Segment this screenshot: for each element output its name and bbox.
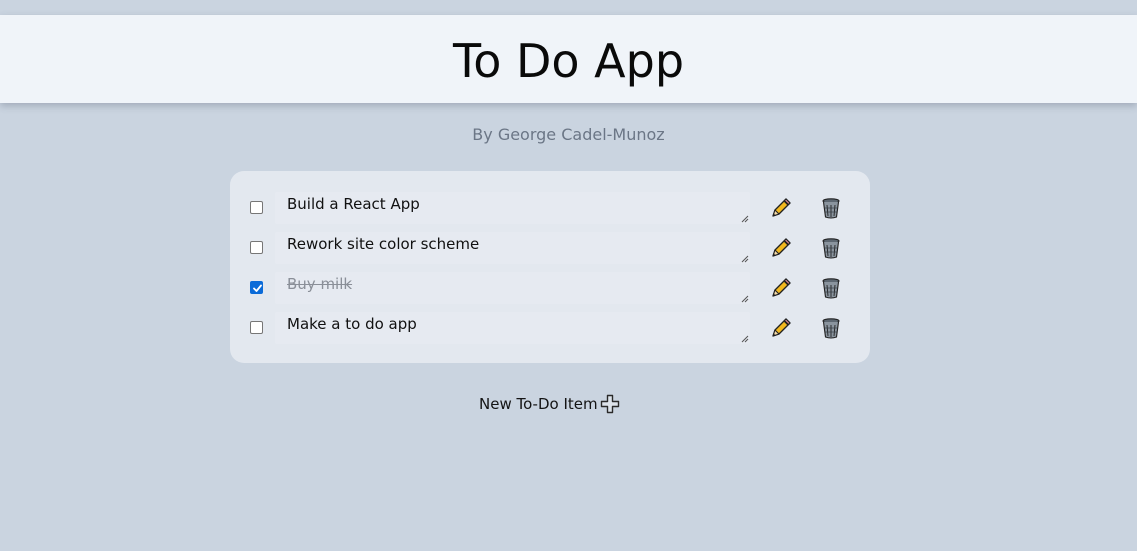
new-todo-label: New To-Do Item bbox=[479, 395, 598, 413]
delete-button[interactable] bbox=[819, 276, 843, 300]
trash-can-icon bbox=[822, 238, 840, 259]
app-header: To Do App bbox=[0, 15, 1137, 103]
todo-text-field[interactable]: Make a to do app bbox=[275, 312, 750, 344]
todo-text: Buy milk bbox=[287, 275, 353, 293]
edit-button[interactable] bbox=[769, 316, 793, 340]
delete-button[interactable] bbox=[819, 236, 843, 260]
resize-grip-icon[interactable] bbox=[741, 335, 749, 343]
resize-grip-icon[interactable] bbox=[741, 295, 749, 303]
todo-checkbox[interactable] bbox=[250, 281, 263, 294]
trash-can-icon bbox=[822, 318, 840, 339]
pencil-icon bbox=[772, 238, 791, 257]
todo-item: Build a React App bbox=[230, 192, 870, 226]
edit-button[interactable] bbox=[769, 236, 793, 260]
edit-button[interactable] bbox=[769, 196, 793, 220]
todo-item: Rework site color scheme bbox=[230, 232, 870, 266]
pencil-icon bbox=[772, 318, 791, 337]
pencil-icon bbox=[772, 198, 791, 217]
todo-checkbox[interactable] bbox=[250, 321, 263, 334]
todo-checkbox[interactable] bbox=[250, 201, 263, 214]
todo-item: Buy milk bbox=[230, 272, 870, 306]
resize-grip-icon[interactable] bbox=[741, 255, 749, 263]
todo-item: Make a to do app bbox=[230, 312, 870, 346]
todo-text-field[interactable]: Rework site color scheme bbox=[275, 232, 750, 264]
todo-checkbox[interactable] bbox=[250, 241, 263, 254]
trash-can-icon bbox=[822, 198, 840, 219]
todo-text: Make a to do app bbox=[287, 315, 417, 333]
pencil-icon bbox=[772, 278, 791, 297]
resize-grip-icon[interactable] bbox=[741, 215, 749, 223]
todo-text: Build a React App bbox=[287, 195, 420, 213]
checkmark-icon bbox=[253, 284, 262, 292]
plus-icon bbox=[600, 394, 620, 414]
new-todo-button[interactable]: New To-Do Item bbox=[474, 392, 624, 416]
app-title: To Do App bbox=[452, 34, 685, 88]
todo-text-field[interactable]: Build a React App bbox=[275, 192, 750, 224]
todo-text-field[interactable]: Buy milk bbox=[275, 272, 750, 304]
author-credit: By George Cadel-Munoz bbox=[472, 125, 665, 144]
todo-list: Build a React App Rework site color sche… bbox=[230, 171, 870, 363]
edit-button[interactable] bbox=[769, 276, 793, 300]
trash-can-icon bbox=[822, 278, 840, 299]
delete-button[interactable] bbox=[819, 316, 843, 340]
todo-text: Rework site color scheme bbox=[287, 235, 480, 253]
delete-button[interactable] bbox=[819, 196, 843, 220]
